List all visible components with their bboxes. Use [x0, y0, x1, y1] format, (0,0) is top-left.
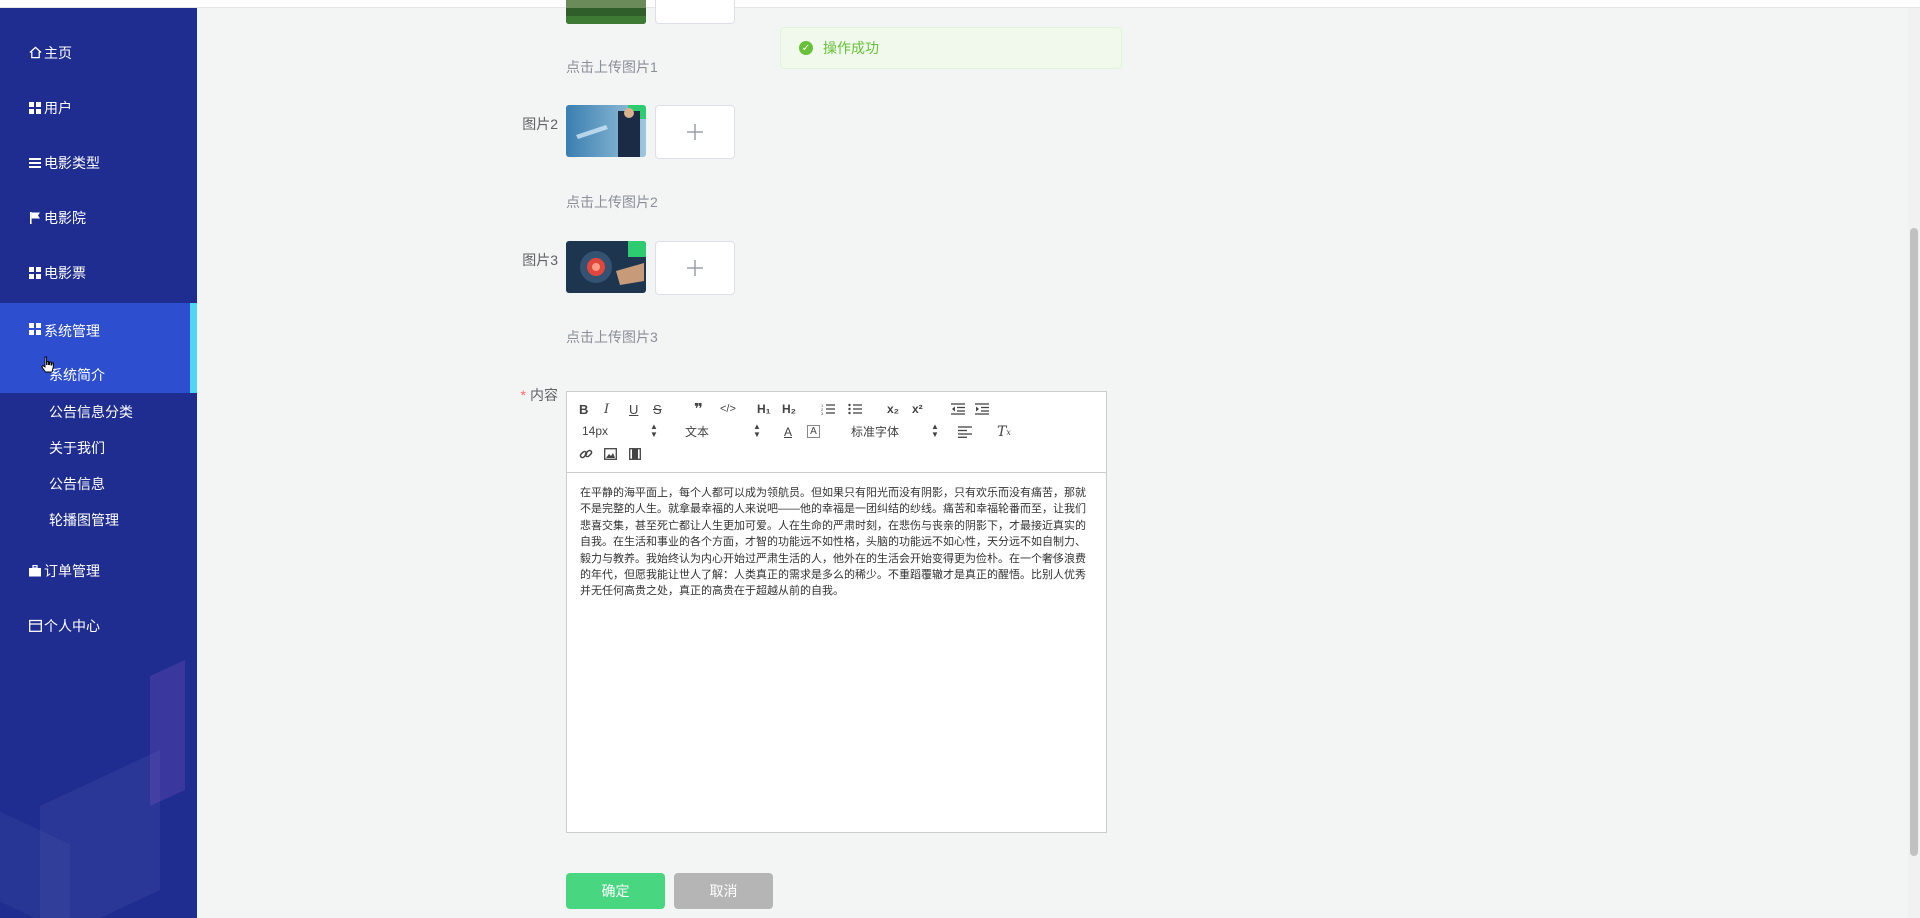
image2-upload-hint: 点击上传图片2: [566, 194, 658, 210]
sidebar-item-label: 主页: [44, 44, 72, 61]
align-icon[interactable]: [958, 423, 972, 441]
strikethrough-icon[interactable]: S: [653, 400, 662, 418]
content-label-text: 内容: [530, 387, 558, 403]
svg-text:3: 3: [821, 411, 824, 415]
image2-label: 图片2: [522, 116, 558, 132]
sidebar-item-users[interactable]: 用户: [0, 80, 197, 135]
sidebar-item-cinemas[interactable]: 电影院: [0, 190, 197, 245]
page-scrollbar-thumb[interactable]: [1910, 228, 1918, 856]
image1-upload-button[interactable]: [655, 0, 735, 24]
grid-icon: [28, 322, 42, 336]
image1-upload-hint: 点击上传图片1: [566, 59, 658, 75]
sidebar-item-movie-types[interactable]: 电影类型: [0, 135, 197, 190]
image2-thumbnail[interactable]: [566, 105, 646, 157]
sidebar-subitem-about[interactable]: 关于我们: [0, 430, 190, 466]
sidebar-item-label: 订单管理: [44, 562, 100, 579]
editor-toolbar: B I U S ❞ </> H₁ H₂ 123 x₂ x² 14px ▲ ▼ 文本…: [567, 392, 1106, 473]
blockquote-icon[interactable]: ❞: [694, 400, 703, 418]
sidebar-decoration: [40, 750, 160, 918]
flag-icon: [28, 211, 42, 225]
sidebar-subitem-notice-category[interactable]: 公告信息分类: [0, 394, 190, 430]
toast-message: 操作成功: [823, 40, 879, 56]
briefcase-icon: [28, 564, 42, 578]
image-icon[interactable]: [604, 445, 617, 463]
select-arrows-icon: ▲ ▼: [753, 422, 761, 439]
mouse-cursor-icon: [41, 356, 55, 381]
italic-icon[interactable]: I: [604, 400, 609, 418]
sidebar-subitem-intro[interactable]: 系统简介: [0, 357, 190, 393]
confirm-button[interactable]: 确定: [566, 873, 665, 909]
select-arrows-icon: ▲ ▼: [931, 422, 939, 439]
heading2-icon[interactable]: H₂: [782, 400, 796, 418]
text-type-value: 文本: [685, 424, 710, 439]
content-label: * 内容: [498, 385, 558, 405]
rich-text-editor: B I U S ❞ </> H₁ H₂ 123 x₂ x² 14px ▲ ▼ 文本…: [566, 391, 1107, 833]
image3-upload-button[interactable]: [655, 241, 735, 295]
image2-upload-button[interactable]: [655, 105, 735, 159]
sidebar-item-label: 电影票: [44, 264, 86, 281]
calendar-icon: [28, 619, 42, 633]
font-family-value: 标准字体: [851, 424, 900, 439]
sidebar-subitem-label: 公告信息: [49, 476, 105, 492]
top-bar: [0, 0, 1920, 8]
cancel-button[interactable]: 取消: [674, 873, 773, 909]
grid-icon: [28, 266, 42, 280]
sidebar-item-label: 用户: [44, 99, 72, 116]
sidebar-item-label: 电影院: [44, 209, 86, 226]
image3-upload-hint: 点击上传图片3: [566, 329, 658, 345]
sidebar-subitem-carousel[interactable]: 轮播图管理: [0, 502, 190, 538]
image3-label: 图片3: [522, 252, 558, 268]
font-family-select[interactable]: 标准字体 ▲ ▼: [851, 423, 943, 439]
list-icon: [28, 156, 42, 170]
image1-thumbnail[interactable]: [566, 0, 646, 24]
plus-icon: [687, 260, 703, 276]
font-size-select[interactable]: 14px ▲ ▼: [582, 423, 662, 439]
sidebar-item-tickets[interactable]: 电影票: [0, 245, 197, 300]
bullet-list-icon[interactable]: [848, 400, 862, 418]
plus-icon: [687, 124, 703, 140]
sidebar: 主页 用户 电影类型 电影院 电影票 系统管理 系统简介 公告信息分类 关于我们…: [0, 8, 197, 918]
heading1-icon[interactable]: H₁: [757, 400, 771, 418]
sidebar-subitem-label: 公告信息分类: [49, 404, 133, 420]
text-color-icon[interactable]: A: [784, 423, 792, 441]
sidebar-item-orders[interactable]: 订单管理: [0, 543, 197, 598]
sidebar-subitem-notices[interactable]: 公告信息: [0, 466, 190, 502]
sidebar-item-label: 系统管理: [44, 323, 100, 339]
video-icon[interactable]: [629, 445, 641, 463]
bold-icon[interactable]: B: [579, 400, 588, 418]
subscript-icon[interactable]: x₂: [887, 400, 899, 418]
code-block-icon[interactable]: </>: [720, 400, 736, 418]
required-mark: *: [520, 387, 526, 403]
sidebar-subitem-label: 关于我们: [49, 440, 105, 456]
text-type-select[interactable]: 文本 ▲ ▼: [685, 423, 765, 439]
font-size-value: 14px: [582, 424, 609, 438]
indent-icon[interactable]: [975, 400, 989, 418]
check-circle-icon: ✓: [799, 41, 813, 55]
clear-format-icon[interactable]: Tx: [997, 423, 1011, 441]
sidebar-decoration: [150, 659, 185, 807]
success-toast: ✓ 操作成功: [780, 27, 1122, 69]
sidebar-subitem-label: 轮播图管理: [49, 512, 119, 528]
ordered-list-icon[interactable]: 123: [821, 400, 835, 418]
sidebar-item-home[interactable]: 主页: [0, 25, 197, 80]
superscript-icon[interactable]: x²: [912, 400, 923, 418]
active-indicator: [190, 303, 197, 393]
underline-icon[interactable]: U: [629, 400, 638, 418]
select-arrows-icon: ▲ ▼: [650, 422, 658, 439]
sidebar-subitem-label: 系统简介: [49, 367, 105, 383]
sidebar-item-profile[interactable]: 个人中心: [0, 598, 197, 653]
link-icon[interactable]: [579, 445, 593, 463]
home-icon: [28, 46, 42, 60]
background-color-icon[interactable]: A: [807, 425, 820, 438]
image3-thumbnail[interactable]: [566, 241, 646, 293]
grid-icon: [28, 101, 42, 115]
sidebar-item-label: 个人中心: [44, 617, 100, 634]
outdent-icon[interactable]: [951, 400, 965, 418]
editor-content[interactable]: 在平静的海平面上，每个人都可以成为领航员。但如果只有阳光而没有阴影，只有欢乐而没…: [567, 473, 1106, 612]
sidebar-item-label: 电影类型: [44, 154, 100, 171]
